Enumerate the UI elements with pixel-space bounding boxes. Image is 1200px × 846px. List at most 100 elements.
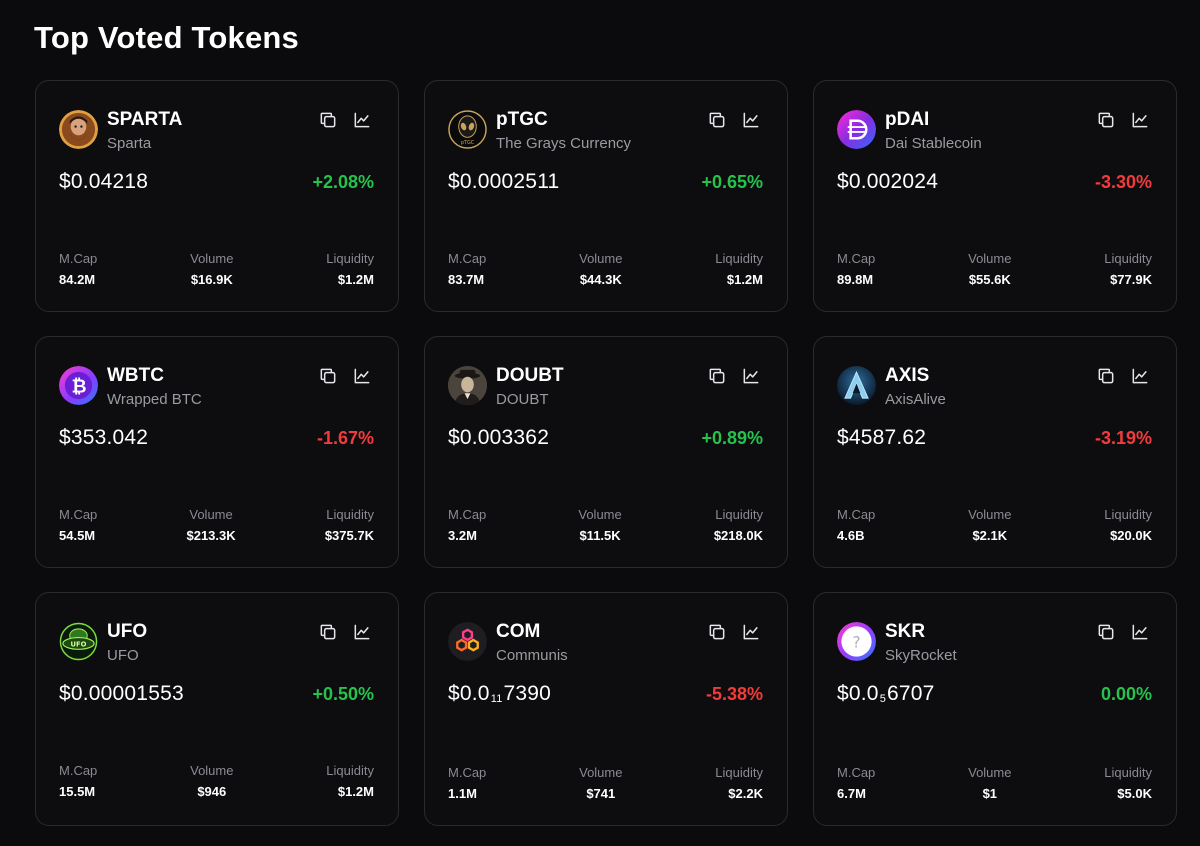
volume-stat: Volume $213.3K [186,507,235,543]
copy-icon[interactable] [1094,108,1118,132]
token-symbol: WBTC [107,365,164,386]
liquidity-value: $77.9K [1110,272,1152,287]
token-card-doubt[interactable]: DOUBT DOUBT $0.003362 +0.89% M.Cap 3.2M … [424,336,788,568]
ptgc-alien-logo-icon: pTGC [448,110,487,149]
volume-value: $2.1K [972,528,1008,543]
volume-label: Volume [579,765,623,780]
mcap-label: M.Cap [837,251,876,266]
volume-value: $946 [197,784,227,799]
mcap-value: 15.5M [59,784,96,799]
liquidity-label: Liquidity [715,765,763,780]
mcap-value: 54.5M [59,528,96,543]
chart-icon[interactable] [1128,108,1152,132]
mcap-label: M.Cap [837,507,876,522]
token-stats: M.Cap 3.2M Volume $11.5K Liquidity $218.… [448,507,763,543]
price-main: $0.0 [448,682,490,705]
token-name: UFO [107,647,139,664]
token-card-ptgc[interactable]: pTGC pTGC The Grays Currency $0.0002511 … [424,80,788,312]
svg-text:UFO: UFO [71,640,87,648]
liquidity-label: Liquidity [326,507,374,522]
mcap-stat: M.Cap 1.1M [448,765,486,801]
ufo-logo-icon: UFO [59,622,98,661]
chart-icon[interactable] [739,108,763,132]
token-card-axis[interactable]: AXIS AxisAlive $4587.62 -3.19% M.Cap 4.6… [813,336,1177,568]
token-name: The Grays Currency [496,135,632,152]
liquidity-stat: Liquidity $20.0K [1104,507,1152,543]
chart-icon[interactable] [350,108,374,132]
mcap-label: M.Cap [59,763,98,778]
mcap-label: M.Cap [837,765,876,780]
liquidity-stat: Liquidity $2.2K [715,765,763,801]
token-card-skr[interactable]: ? SKR SkyRocket $0.056707 0.00% M.Cap 6.… [813,592,1177,826]
mcap-stat: M.Cap 15.5M [59,763,97,799]
token-price: $0.056707 [837,682,935,706]
chart-icon[interactable] [350,364,374,388]
liquidity-value: $1.2M [337,784,374,799]
volume-label: Volume [968,765,1012,780]
copy-icon[interactable] [1094,620,1118,644]
liquidity-label: Liquidity [1104,765,1152,780]
price-change: +0.50% [312,684,374,704]
chart-icon[interactable] [350,620,374,644]
mcap-label: M.Cap [59,251,98,266]
svg-text:pTGC: pTGC [461,140,475,146]
liquidity-stat: Liquidity $1.2M [326,763,374,799]
price-change: -5.38% [705,684,763,704]
page: Top Voted Tokens SPARTA Sparta $0.04218 … [0,0,1200,846]
volume-label: Volume [578,507,622,522]
liquidity-stat: Liquidity $1.2M [715,251,763,287]
volume-stat: Volume $16.9K [190,251,233,287]
liquidity-stat: Liquidity $1.2M [326,251,374,287]
copy-icon[interactable] [316,108,340,132]
token-name: DOUBT [496,391,549,408]
mcap-stat: M.Cap 6.7M [837,765,875,801]
liquidity-label: Liquidity [1104,507,1152,522]
token-name: Wrapped BTC [107,391,202,408]
token-price: $353.042 [59,426,149,449]
mcap-label: M.Cap [59,507,98,522]
token-price: $0.04218 [59,170,149,193]
mcap-stat: M.Cap 4.6B [837,507,875,543]
volume-label: Volume [190,251,234,266]
liquidity-value: $1.2M [337,272,374,287]
liquidity-value: $218.0K [713,528,763,543]
chart-icon[interactable] [739,364,763,388]
copy-icon[interactable] [1094,364,1118,388]
price-change: +2.08% [312,172,374,192]
token-card-pdai[interactable]: pDAI Dai Stablecoin $0.002024 -3.30% M.C… [813,80,1177,312]
liquidity-stat: Liquidity $218.0K [714,507,763,543]
token-symbol: pTGC [496,109,548,130]
copy-icon[interactable] [316,364,340,388]
liquidity-label: Liquidity [715,251,763,266]
price-rest: 6707 [887,682,935,705]
copy-icon[interactable] [705,364,729,388]
token-card-ufo[interactable]: UFO UFO UFO $0.00001553 +0.50% M.Cap 15.… [35,592,399,826]
mcap-value: 84.2M [59,272,96,287]
token-stats: M.Cap 6.7M Volume $1 Liquidity $5.0K [837,765,1152,801]
token-symbol: SPARTA [107,109,183,130]
volume-label: Volume [968,507,1012,522]
token-stats: M.Cap 83.7M Volume $44.3K Liquidity $1.2… [448,251,763,287]
token-card-wbtc[interactable]: ₿ WBTC Wrapped BTC $353.042 -1.67% M.Cap… [35,336,399,568]
svg-text:₿: ₿ [71,376,86,397]
chart-icon[interactable] [739,620,763,644]
liquidity-label: Liquidity [326,763,374,778]
copy-icon[interactable] [316,620,340,644]
token-card-com[interactable]: COM Communis $0.0117390 -5.38% M.Cap 1.1… [424,592,788,826]
token-card-sparta[interactable]: SPARTA Sparta $0.04218 +2.08% M.Cap 84.2… [35,80,399,312]
doubt-avatar-icon [448,366,487,405]
mcap-stat: M.Cap 54.5M [59,507,97,543]
token-price: $0.002024 [837,170,939,193]
copy-icon[interactable] [705,620,729,644]
price-change: -3.30% [1094,172,1152,192]
token-name: Communis [496,647,568,664]
liquidity-value: $375.7K [324,528,374,543]
volume-stat: Volume $946 [190,763,233,799]
chart-icon[interactable] [1128,620,1152,644]
copy-icon[interactable] [705,108,729,132]
chart-icon[interactable] [1128,364,1152,388]
volume-value: $213.3K [186,528,236,543]
mcap-value: 6.7M [837,786,866,801]
token-stats: M.Cap 15.5M Volume $946 Liquidity $1.2M [59,763,374,799]
token-stats: M.Cap 54.5M Volume $213.3K Liquidity $37… [59,507,374,543]
